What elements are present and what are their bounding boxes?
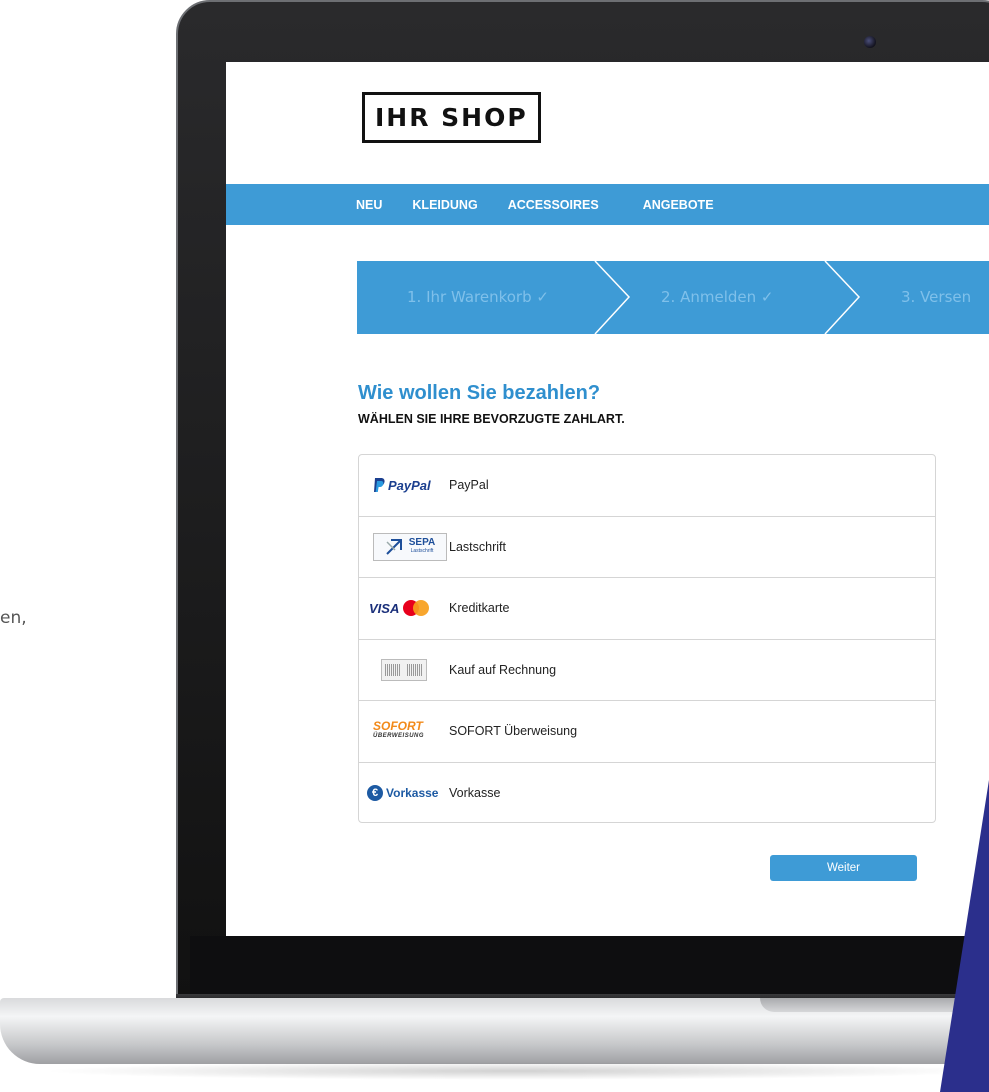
payment-label-kreditkarte: Kreditkarte	[449, 601, 510, 616]
nav-item-angebote[interactable]: ANGEBOTE	[643, 198, 714, 212]
step-cart: 1. Ihr Warenkorb ✓	[407, 288, 549, 306]
payment-label-lastschrift: Lastschrift	[449, 539, 506, 554]
mastercard-icon	[403, 600, 430, 617]
payment-option-kreditkarte[interactable]: VISA Kreditkarte	[359, 578, 935, 640]
nav-item-neu[interactable]: NEU	[356, 198, 382, 212]
visa-mastercard-logo: VISA	[359, 600, 449, 617]
paypal-logo-text: PayPal	[388, 477, 431, 493]
step-shipping: 3. Versen	[901, 288, 972, 306]
laptop-shadow	[40, 1062, 989, 1080]
main-nav: NEU KLEIDUNG ACCESSOIRES ANGEBOTE	[226, 184, 989, 225]
payment-option-paypal[interactable]: PayPal PayPal	[359, 455, 935, 517]
payment-label-rechnung: Kauf auf Rechnung	[449, 662, 557, 677]
euro-icon: €	[367, 785, 383, 802]
payment-option-rechnung[interactable]: Kauf auf Rechnung	[359, 640, 935, 701]
vorkasse-logo: € Vorkasse	[359, 785, 449, 802]
payment-label-paypal: PayPal	[449, 478, 489, 493]
nav-item-accessoires[interactable]: ACCESSOIRES	[508, 198, 599, 212]
nav-item-kleidung[interactable]: KLEIDUNG	[412, 198, 477, 212]
paypal-logo: PayPal	[359, 478, 449, 493]
laptop-screen: IHR SHOP NEU KLEIDUNG ACCESSOIRES ANGEBO…	[226, 62, 989, 936]
vorkasse-logo-text: Vorkasse	[386, 786, 439, 801]
sofort-logo: SOFORT ÜBERWEISUNG	[359, 720, 449, 741]
payment-label-sofort: SOFORT Überweisung	[449, 724, 578, 739]
payment-option-vorkasse[interactable]: € Vorkasse Vorkasse	[359, 763, 935, 825]
sepa-logo: SEPA Lastschrift	[359, 532, 449, 561]
payment-subheading: WÄHLEN SIE IHRE BEVORZUGTE ZAHLART.	[358, 412, 625, 426]
payment-label-vorkasse: Vorkasse	[449, 786, 501, 801]
webcam-icon	[864, 36, 876, 48]
step-login: 2. Anmelden ✓	[661, 288, 774, 306]
partial-side-text: en,	[0, 608, 27, 628]
sofort-logo-subtext: ÜBERWEISUNG	[373, 733, 425, 740]
continue-button[interactable]: Weiter	[770, 855, 917, 881]
screen-bezel-bottom	[190, 936, 989, 994]
payment-option-lastschrift[interactable]: SEPA Lastschrift Lastschrift	[359, 517, 935, 578]
invoice-icon	[359, 658, 449, 681]
payment-method-list: PayPal PayPal SEPA Lastschrift Lastschrif…	[358, 454, 936, 823]
checkout-progress: 1. Ihr Warenkorb ✓ 2. Anmelden ✓ 3. Vers…	[357, 260, 989, 335]
shop-logo[interactable]: IHR SHOP	[362, 92, 541, 143]
laptop-base-notch	[760, 998, 989, 1012]
payment-option-sofort[interactable]: SOFORT ÜBERWEISUNG SOFORT Überweisung	[359, 701, 935, 763]
sepa-logo-subtext: Lastschrift	[410, 547, 434, 554]
visa-logo-text: VISA	[369, 600, 400, 616]
payment-heading: Wie wollen Sie bezahlen?	[358, 382, 601, 404]
